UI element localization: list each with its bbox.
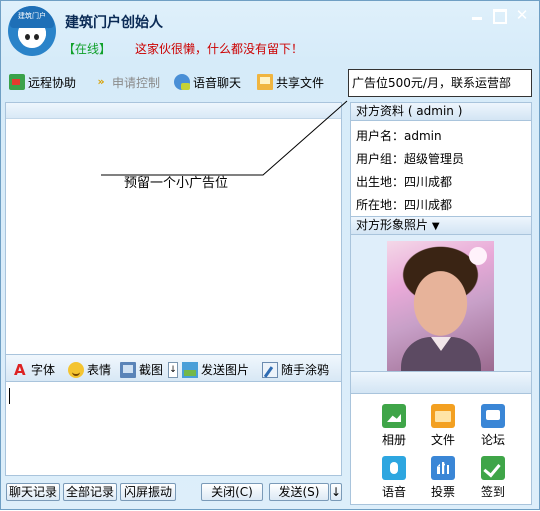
emoji-button[interactable]: 表情	[68, 361, 111, 378]
remote-assist-icon	[9, 74, 25, 90]
font-label: 字体	[31, 363, 56, 377]
chat-frame: 预留一个小广告位 A 字体 表情 截图 ↓ 发送图片 随手涂鸦	[5, 102, 342, 476]
emoji-label: 表情	[87, 363, 112, 377]
screenshot-icon	[120, 361, 136, 378]
share-files-label: 共享文件	[276, 75, 325, 90]
close-chat-button[interactable]: 关闭(C)	[201, 483, 263, 501]
photo-header[interactable]: 对方形象照片 ▼	[351, 217, 531, 235]
request-control-icon: »	[97, 75, 105, 88]
doodle-button[interactable]: 随手涂鸦	[262, 361, 329, 378]
chat-window: 建筑门户 建筑门户创始人 【在线】 这家伙很懒，什么都没有留下！ ✕ 远程协助 …	[0, 0, 540, 510]
profile-header: 对方资料 ( admin )	[351, 103, 531, 121]
album-icon	[382, 404, 406, 428]
album-label: 相册	[381, 433, 406, 447]
forum-icon	[481, 404, 505, 428]
share-files-button[interactable]: 共享文件	[257, 73, 324, 91]
send-button[interactable]: 发送(S)	[269, 483, 329, 501]
photo-header-label: 对方形象照片	[356, 218, 429, 232]
message-input[interactable]	[6, 383, 341, 475]
all-log-button[interactable]: 全部记录	[63, 483, 117, 501]
forum-label: 论坛	[480, 433, 505, 447]
send-picture-button[interactable]: 发送图片	[182, 361, 249, 378]
avatar-helmet-text: 建筑门户	[10, 6, 54, 28]
title-bar: 建筑门户 建筑门户创始人 【在线】 这家伙很懒，什么都没有留下！ ✕	[1, 1, 539, 63]
toolbar: 远程协助 » 申请控制 语音聊天 共享文件	[1, 68, 346, 96]
remote-assist-label: 远程协助	[28, 75, 77, 90]
photo-panel: 对方形象照片 ▼	[350, 216, 532, 394]
contact-photo[interactable]	[387, 241, 494, 371]
text-caret	[9, 388, 10, 404]
font-button[interactable]: A 字体	[14, 361, 55, 378]
ad-banner[interactable]: 广告位500元/月，联系运营部	[348, 69, 532, 97]
profile-birthplace: 出生地：四川成都	[356, 175, 453, 189]
voice-chat-button[interactable]: 语音聊天	[174, 73, 241, 91]
ad-placeholder-note: 预留一个小广告位	[124, 176, 229, 191]
doodle-label: 随手涂鸦	[281, 363, 330, 377]
avatar[interactable]: 建筑门户	[8, 6, 56, 56]
contact-name: 建筑门户创始人	[65, 15, 163, 31]
screenshot-button[interactable]: 截图 ↓	[120, 361, 179, 378]
screenshot-label: 截图	[139, 363, 164, 377]
chat-history-header	[6, 103, 341, 119]
sign-in-app[interactable]: 签到	[473, 456, 513, 500]
avatar-left-eye	[25, 34, 30, 40]
font-icon: A	[14, 360, 26, 379]
chevron-down-icon: ▼	[431, 221, 440, 232]
sign-in-icon	[481, 456, 505, 480]
photo-footer-bar	[351, 371, 531, 393]
voice-label: 语音	[381, 485, 406, 499]
voice-chat-icon	[174, 74, 190, 90]
send-options-arrow[interactable]: ↓	[330, 483, 342, 501]
avatar-face	[20, 28, 44, 48]
request-control-button[interactable]: » 申请控制	[93, 73, 160, 91]
format-toolbar: A 字体 表情 截图 ↓ 发送图片 随手涂鸦	[6, 354, 341, 382]
photo-light	[469, 247, 487, 265]
album-app[interactable]: 相册	[374, 404, 414, 448]
screenshot-options-arrow[interactable]: ↓	[168, 361, 179, 378]
profile-username: 用户名：admin	[356, 129, 442, 143]
voice-app[interactable]: 语音	[374, 456, 414, 500]
profile-location: 所在地：四川成都	[356, 198, 453, 212]
vote-icon	[431, 456, 455, 480]
files-label: 文件	[430, 433, 455, 447]
vote-app[interactable]: 投票	[423, 456, 463, 500]
voice-chat-label: 语音聊天	[193, 75, 242, 90]
maximize-button[interactable]	[490, 6, 508, 24]
send-picture-label: 发送图片	[201, 363, 250, 377]
request-control-label: 申请控制	[112, 75, 161, 90]
vote-label: 投票	[430, 485, 455, 499]
apps-panel: 相册 文件 论坛 语音 投票 签到	[350, 393, 532, 505]
avatar-right-eye	[34, 34, 39, 40]
minimize-button[interactable]	[468, 6, 486, 24]
share-files-icon	[257, 74, 273, 90]
folder-icon	[431, 404, 455, 428]
contact-signature: 这家伙很懒，什么都没有留下！	[135, 42, 304, 56]
chat-log-button[interactable]: 聊天记录	[6, 483, 60, 501]
profile-usergroup: 用户组：超级管理员	[356, 152, 465, 166]
files-app[interactable]: 文件	[423, 404, 463, 448]
shake-button[interactable]: 闪屏振动	[120, 483, 176, 501]
close-window-button[interactable]: ✕	[513, 6, 531, 24]
remote-assist-button[interactable]: 远程协助	[9, 73, 76, 91]
forum-app[interactable]: 论坛	[473, 404, 513, 448]
sign-in-label: 签到	[480, 485, 505, 499]
voice-icon	[382, 456, 406, 480]
picture-icon	[182, 361, 198, 378]
doodle-icon	[262, 361, 278, 378]
chat-history[interactable]: 预留一个小广告位	[6, 120, 341, 354]
emoji-icon	[68, 361, 84, 378]
online-status: 【在线】	[63, 42, 112, 56]
